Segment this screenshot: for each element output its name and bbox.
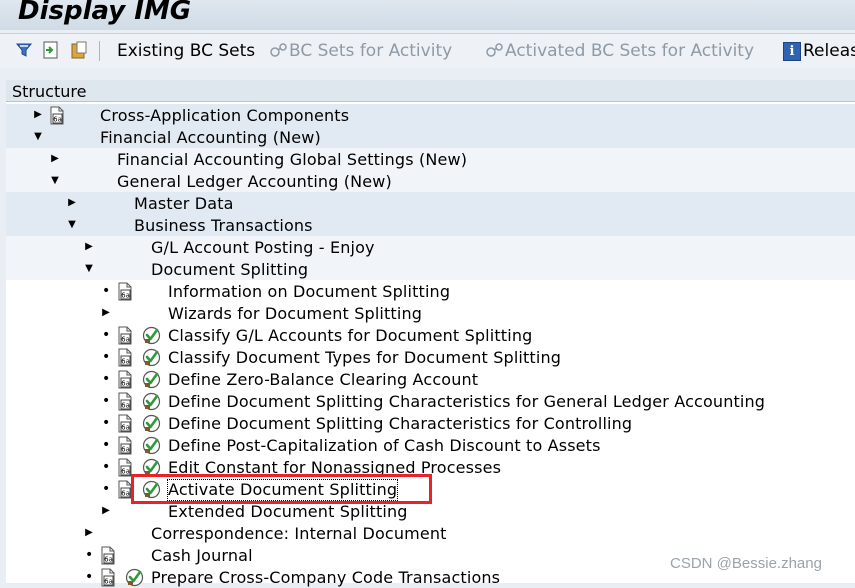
tree-node-label: Wizards for Document Splitting [168, 304, 423, 323]
tree-node-label: Business Transactions [134, 216, 313, 235]
bullet-icon: • [102, 437, 111, 453]
release-notes-button[interactable]: iRelease [783, 41, 855, 61]
tree-node-label: Document Splitting [151, 260, 309, 279]
collapse-arrow-icon[interactable]: ▼ [67, 218, 77, 232]
documentation-icon[interactable] [116, 282, 134, 301]
title-bar: Display IMG [0, 0, 855, 30]
execute-activity-icon[interactable] [142, 392, 161, 411]
existing-bc-sets-button[interactable]: Existing BC Sets [117, 41, 255, 61]
tree-node-post-capitalization-cash-discount[interactable]: • Define Post-Capitalization of Cash Dis… [6, 434, 855, 456]
tree-node-label: Define Post-Capitalization of Cash Disco… [168, 436, 601, 455]
bullet-icon: • [102, 393, 111, 409]
documentation-icon[interactable] [116, 414, 134, 433]
tree-node-label: Define Document Splitting Characteristic… [168, 414, 633, 433]
tree-node-fa-global-settings[interactable]: ▶ Financial Accounting Global Settings (… [6, 148, 855, 170]
expand-arrow-icon[interactable]: ▶ [50, 152, 60, 166]
collapse-arrow-icon[interactable]: ▼ [50, 174, 60, 188]
expand-arrow-icon[interactable]: ▶ [33, 108, 43, 122]
window-title: Display IMG [18, 0, 192, 26]
tree-node-splitting-characteristics-gl[interactable]: • Define Document Splitting Characterist… [6, 390, 855, 412]
documentation-icon[interactable] [116, 370, 134, 389]
tree-node-master-data[interactable]: ▶ Master Data [6, 192, 855, 214]
tree-node-label: Classify Document Types for Document Spl… [168, 348, 562, 367]
tree-column-header: Structure [6, 80, 855, 102]
tree-node-classify-document-types[interactable]: • Classify Document Types for Document S… [6, 346, 855, 368]
documentation-icon[interactable] [116, 436, 134, 455]
bullet-icon: • [102, 371, 111, 387]
activated-bc-sets-button[interactable]: Activated BC Sets for Activity [485, 41, 754, 61]
watermark: CSDN @Bessie.zhang [670, 555, 822, 572]
tree-node-business-transactions[interactable]: ▼ Business Transactions [6, 214, 855, 236]
activated-bc-sets-label: Activated BC Sets for Activity [505, 41, 755, 61]
tree-node-define-zero-balance-clearing-account[interactable]: • Define Zero-Balance Clearing Account [6, 368, 855, 390]
expand-arrow-icon[interactable]: ▶ [101, 306, 111, 320]
tree-node-label: Financial Accounting (New) [100, 128, 321, 147]
tree-node-label: Prepare Cross-Company Code Transactions [151, 568, 501, 587]
filter-icon[interactable] [14, 40, 34, 60]
bullet-icon: • [102, 415, 111, 431]
tree-node-cross-application-components[interactable]: ▶ Cross-Application Components [6, 104, 855, 126]
tree-node-label: Cross-Application Components [100, 106, 350, 125]
execute-activity-icon[interactable] [125, 568, 144, 587]
bullet-icon: • [102, 283, 111, 299]
bullet-icon: • [102, 327, 111, 343]
red-highlight-annotation [131, 474, 432, 504]
tree-node-label: Define Document Splitting Characteristic… [168, 392, 766, 411]
bullet-icon: • [85, 547, 94, 563]
tree-node-splitting-characteristics-controlling[interactable]: • Define Document Splitting Characterist… [6, 412, 855, 434]
img-structure-tree: Structure ▶ Cross-Application Components… [6, 80, 855, 587]
tree-node-label: General Ledger Accounting (New) [117, 172, 392, 191]
import-icon[interactable] [41, 40, 61, 60]
execute-activity-icon[interactable] [142, 326, 161, 345]
tree-node-wizards-for-document-splitting[interactable]: ▶ Wizards for Document Splitting [6, 302, 855, 324]
tree-node-gl-account-posting-enjoy[interactable]: ▶ G/L Account Posting - Enjoy [6, 236, 855, 258]
execute-activity-icon[interactable] [142, 348, 161, 367]
activated-bc-sets-icon [486, 43, 503, 57]
bullet-icon: • [102, 459, 111, 475]
documentation-icon[interactable] [99, 568, 117, 587]
application-toolbar: Existing BC Sets BC Sets for Activity Ac… [0, 33, 855, 68]
bc-sets-for-activity-button[interactable]: BC Sets for Activity [269, 41, 452, 61]
tree-node-information-on-document-splitting[interactable]: • Information on Document Splitting [6, 280, 855, 302]
documentation-icon[interactable] [116, 392, 134, 411]
bc-sets-icon [270, 43, 287, 57]
tree-node-label: Correspondence: Internal Document [151, 524, 447, 543]
tree-node-label: Information on Document Splitting [168, 282, 451, 301]
tree-node-classify-gl-accounts[interactable]: • Classify G/L Accounts for Document Spl… [6, 324, 855, 346]
tree-node-general-ledger-accounting[interactable]: ▼ General Ledger Accounting (New) [6, 170, 855, 192]
tree-node-document-splitting[interactable]: ▼ Document Splitting [6, 258, 855, 280]
collapse-arrow-icon[interactable]: ▼ [84, 262, 94, 276]
bullet-icon: • [85, 569, 94, 585]
execute-activity-icon[interactable] [142, 414, 161, 433]
documentation-icon[interactable] [116, 326, 134, 345]
paste-icon[interactable] [69, 40, 89, 60]
expand-arrow-icon[interactable]: ▶ [67, 196, 77, 210]
bullet-icon: • [102, 349, 111, 365]
tree-node-label: Classify G/L Accounts for Document Split… [168, 326, 533, 345]
tree-node-label: Financial Accounting Global Settings (Ne… [117, 150, 468, 169]
documentation-icon[interactable] [99, 546, 117, 565]
tree-node-financial-accounting-new[interactable]: ▼ Financial Accounting (New) [6, 126, 855, 148]
tree-node-label: G/L Account Posting - Enjoy [151, 238, 375, 257]
bc-sets-label: BC Sets for Activity [289, 41, 453, 61]
tree-node-label: Extended Document Splitting [168, 502, 408, 521]
expand-arrow-icon[interactable]: ▶ [84, 526, 94, 540]
tree-node-label: Cash Journal [151, 546, 253, 565]
toolbar-separator [99, 41, 100, 61]
bullet-icon: • [102, 481, 111, 497]
release-notes-label: Release [803, 41, 855, 61]
execute-activity-icon[interactable] [142, 370, 161, 389]
tree-node-label: Master Data [134, 194, 234, 213]
collapse-arrow-icon[interactable]: ▼ [33, 130, 43, 144]
expand-arrow-icon[interactable]: ▶ [101, 504, 111, 518]
tree-node-correspondence-internal-document[interactable]: ▶ Correspondence: Internal Document [6, 522, 855, 544]
documentation-icon[interactable] [48, 106, 66, 125]
documentation-icon[interactable] [116, 348, 134, 367]
tree-node-label: Define Zero-Balance Clearing Account [168, 370, 479, 389]
expand-arrow-icon[interactable]: ▶ [84, 240, 94, 254]
info-icon: i [783, 42, 801, 61]
execute-activity-icon[interactable] [142, 436, 161, 455]
